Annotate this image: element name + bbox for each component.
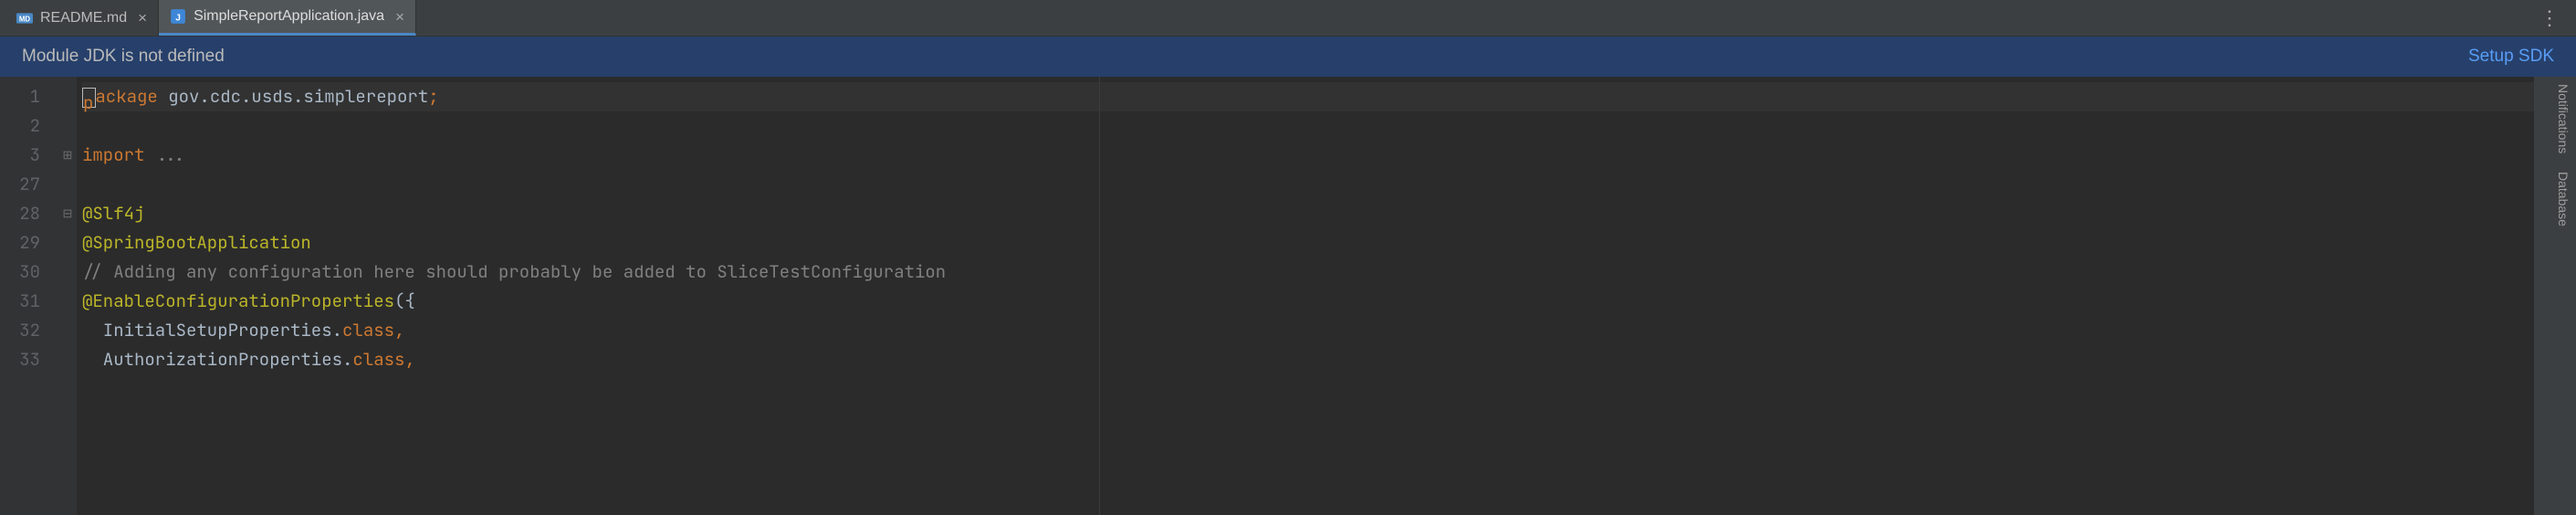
tab-readme[interactable]: MD README.md × <box>5 0 159 36</box>
code-editor[interactable]: package gov.cdc.usds.simplereport; import… <box>77 77 2534 515</box>
line-number[interactable]: 1 <box>0 82 58 111</box>
code-line[interactable]: package gov.cdc.usds.simplereport; <box>82 82 2534 111</box>
token-ident: . <box>332 319 342 342</box>
token-kw: class <box>342 319 394 342</box>
token-ident: ({ <box>394 289 415 312</box>
line-number[interactable]: 27 <box>0 170 58 199</box>
line-number-gutter[interactable]: 12327282930313233 <box>0 77 58 515</box>
java-class-icon: J <box>170 8 186 25</box>
code-line[interactable] <box>82 170 2534 199</box>
banner-message: Module JDK is not defined <box>22 47 225 67</box>
token-anno: @Slf4j <box>82 202 144 225</box>
token-pkg: gov.cdc.usds.simplereport <box>158 85 428 108</box>
fold-column[interactable]: ⊞⊟ <box>58 77 77 515</box>
fold-marker[interactable] <box>58 345 77 374</box>
line-number[interactable]: 33 <box>0 345 58 374</box>
code-line[interactable]: @SpringBootApplication <box>82 228 2534 258</box>
code-line[interactable]: // Adding any configuration here should … <box>82 258 2534 287</box>
svg-text:J: J <box>175 14 181 24</box>
tab-bar: MD README.md × J SimpleReportApplication… <box>0 0 2576 37</box>
fold-marker[interactable] <box>58 258 77 287</box>
right-margin-guide <box>1099 77 1100 515</box>
tab-simplereportapplication[interactable]: J SimpleReportApplication.java × <box>159 0 416 36</box>
token-pkg <box>144 143 154 166</box>
token-comment: // Adding any configuration here should … <box>82 260 946 283</box>
line-number[interactable]: 3 <box>0 141 58 170</box>
fold-marker[interactable] <box>58 82 77 111</box>
line-number[interactable]: 30 <box>0 258 58 287</box>
code-line[interactable]: InitialSetupProperties.class, <box>82 316 2534 345</box>
token-anno: @SpringBootApplication <box>82 231 311 254</box>
code-line[interactable]: @EnableConfigurationProperties({ <box>82 287 2534 316</box>
line-number[interactable]: 32 <box>0 316 58 345</box>
code-line[interactable]: AuthorizationProperties.class, <box>82 345 2534 374</box>
editor-window: MD README.md × J SimpleReportApplication… <box>0 0 2576 515</box>
code-line[interactable]: import ... <box>82 141 2534 170</box>
tab-menu-icon[interactable]: ⋮ <box>2523 8 2576 28</box>
fold-marker[interactable] <box>58 287 77 316</box>
token-ident: AuthorizationProperties <box>82 348 342 371</box>
tab-label: SimpleReportApplication.java <box>194 8 384 25</box>
close-icon[interactable]: × <box>395 9 404 25</box>
fold-marker[interactable] <box>58 228 77 258</box>
rail-item-notifications[interactable]: Notifications <box>2556 84 2571 153</box>
line-number[interactable]: 31 <box>0 287 58 316</box>
markdown-file-icon: MD <box>16 10 33 26</box>
scrollbar-strip[interactable] <box>2534 77 2550 515</box>
close-icon[interactable]: × <box>138 10 147 26</box>
fold-marker[interactable] <box>58 316 77 345</box>
token-kw: package <box>82 85 158 108</box>
line-number[interactable]: 2 <box>0 111 58 141</box>
fold-marker[interactable] <box>58 170 77 199</box>
line-number[interactable]: 29 <box>0 228 58 258</box>
token-kw: class <box>352 348 404 371</box>
fold-marker[interactable] <box>58 111 77 141</box>
token-ident: InitialSetupProperties <box>82 319 332 342</box>
fold-marker[interactable]: ⊞ <box>58 141 77 170</box>
right-tool-rail: Notifications Database <box>2550 77 2576 515</box>
jdk-warning-banner: Module JDK is not defined Setup SDK <box>0 37 2576 77</box>
tab-label: README.md <box>40 10 127 26</box>
token-anno: @EnableConfigurationProperties <box>82 289 394 312</box>
token-ident: . <box>342 348 352 371</box>
code-line[interactable] <box>82 111 2534 141</box>
rail-item-database[interactable]: Database <box>2556 172 2571 226</box>
token-kw: import <box>82 143 144 166</box>
token-dots: ... <box>155 143 186 166</box>
editor-area: 12327282930313233 ⊞⊟ package gov.cdc.usd… <box>0 77 2576 515</box>
code-line[interactable]: @Slf4j <box>82 199 2534 228</box>
fold-marker[interactable]: ⊟ <box>58 199 77 228</box>
setup-sdk-link[interactable]: Setup SDK <box>2468 47 2554 67</box>
token-punct: , <box>394 319 404 342</box>
svg-text:MD: MD <box>19 15 31 23</box>
token-punct: ; <box>428 85 438 108</box>
token-punct: , <box>404 348 414 371</box>
line-number[interactable]: 28 <box>0 199 58 228</box>
